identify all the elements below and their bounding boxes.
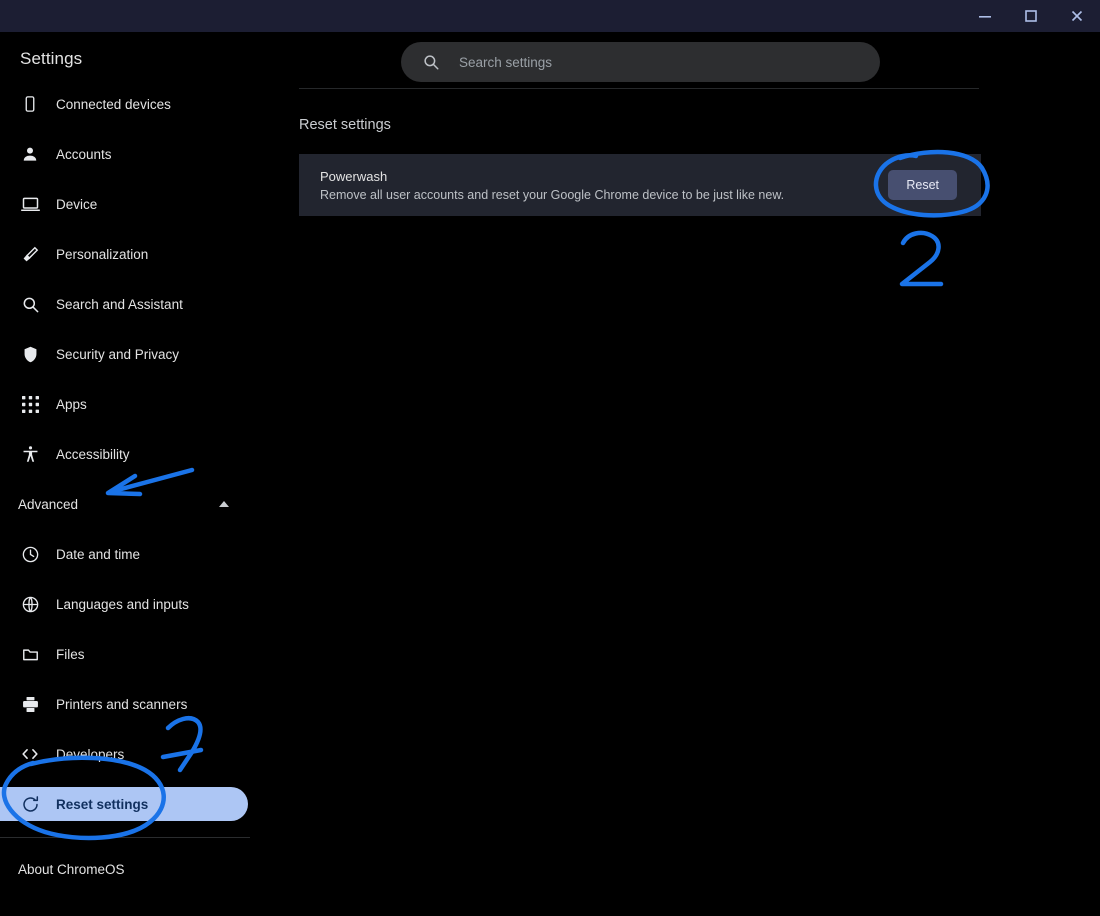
phone-icon bbox=[18, 92, 42, 116]
title-bar bbox=[0, 0, 1100, 32]
sidebar-item-accounts[interactable]: Accounts bbox=[0, 137, 270, 171]
sidebar-item-label: Search and Assistant bbox=[56, 296, 183, 312]
clock-icon bbox=[18, 542, 42, 566]
sidebar-item-languages-and-inputs[interactable]: Languages and inputs bbox=[0, 587, 270, 621]
sidebar-item-label: Languages and inputs bbox=[56, 596, 189, 612]
sidebar: Settings Connected devices Accounts Devi… bbox=[0, 32, 270, 916]
sidebar-item-label: Accounts bbox=[56, 146, 112, 162]
sidebar-item-reset-settings[interactable]: Reset settings bbox=[0, 787, 248, 821]
laptop-icon bbox=[18, 192, 42, 216]
sidebar-item-personalization[interactable]: Personalization bbox=[0, 237, 270, 271]
minimize-button[interactable] bbox=[962, 0, 1008, 32]
settings-window: Settings Connected devices Accounts Devi… bbox=[0, 0, 1100, 916]
code-icon bbox=[18, 742, 42, 766]
maximize-button[interactable] bbox=[1008, 0, 1054, 32]
sidebar-advanced-label: Advanced bbox=[18, 496, 79, 512]
sidebar-item-date-and-time[interactable]: Date and time bbox=[0, 537, 270, 571]
sidebar-item-label: Apps bbox=[56, 396, 87, 412]
sidebar-item-files[interactable]: Files bbox=[0, 637, 270, 671]
sidebar-item-printers-and-scanners[interactable]: Printers and scanners bbox=[0, 687, 270, 721]
sidebar-divider bbox=[0, 837, 250, 838]
search-input[interactable] bbox=[459, 54, 839, 70]
shield-icon bbox=[18, 342, 42, 366]
sidebar-item-connected-devices[interactable]: Connected devices bbox=[0, 87, 270, 121]
folder-icon bbox=[18, 642, 42, 666]
close-button[interactable] bbox=[1054, 0, 1100, 32]
grid-icon bbox=[18, 392, 42, 416]
sidebar-item-label: Connected devices bbox=[56, 96, 171, 112]
powerwash-description: Remove all user accounts and reset your … bbox=[320, 187, 785, 202]
sidebar-item-label: Files bbox=[56, 646, 85, 662]
sidebar-item-label: Accessibility bbox=[56, 446, 130, 462]
accessibility-icon bbox=[18, 442, 42, 466]
sidebar-item-label: Date and time bbox=[56, 546, 141, 562]
sidebar-item-accessibility[interactable]: Accessibility bbox=[0, 437, 270, 471]
chevron-up-icon[interactable] bbox=[218, 495, 230, 513]
search-bar[interactable] bbox=[401, 42, 880, 82]
sidebar-item-apps[interactable]: Apps bbox=[0, 387, 270, 421]
sidebar-item-developers[interactable]: Developers bbox=[0, 737, 270, 771]
sidebar-item-device[interactable]: Device bbox=[0, 187, 270, 221]
sidebar-item-label: Reset settings bbox=[56, 796, 149, 812]
main-content: Reset settings Powerwash Remove all user… bbox=[270, 32, 1100, 916]
sidebar-item-security-and-privacy[interactable]: Security and Privacy bbox=[0, 337, 270, 371]
reset-button[interactable]: Reset bbox=[888, 170, 957, 200]
section-title: Reset settings bbox=[299, 117, 391, 133]
powerwash-card: Powerwash Remove all user accounts and r… bbox=[299, 154, 981, 216]
sidebar-item-label: Printers and scanners bbox=[56, 696, 188, 712]
search-icon bbox=[421, 52, 441, 72]
globe-icon bbox=[18, 592, 42, 616]
sidebar-item-label: Personalization bbox=[56, 246, 149, 262]
sidebar-item-label: Device bbox=[56, 196, 98, 212]
search-icon bbox=[18, 292, 42, 316]
sidebar-item-about-chromeos[interactable]: About ChromeOS bbox=[0, 852, 270, 886]
page-title: Settings bbox=[20, 49, 83, 68]
sidebar-item-label: Security and Privacy bbox=[56, 346, 180, 362]
sidebar-item-label: Developers bbox=[56, 746, 125, 762]
sidebar-advanced-toggle[interactable]: Advanced bbox=[0, 487, 248, 521]
printer-icon bbox=[18, 692, 42, 716]
powerwash-text: Powerwash Remove all user accounts and r… bbox=[320, 169, 784, 202]
content-divider bbox=[299, 88, 979, 89]
brush-icon bbox=[18, 242, 42, 266]
restore-icon bbox=[18, 792, 42, 816]
sidebar-nav: Connected devices Accounts Device Person… bbox=[0, 87, 270, 886]
person-icon bbox=[18, 142, 42, 166]
sidebar-item-label: About ChromeOS bbox=[18, 861, 125, 877]
powerwash-title: Powerwash bbox=[320, 168, 388, 184]
sidebar-item-search-and-assistant[interactable]: Search and Assistant bbox=[0, 287, 270, 321]
